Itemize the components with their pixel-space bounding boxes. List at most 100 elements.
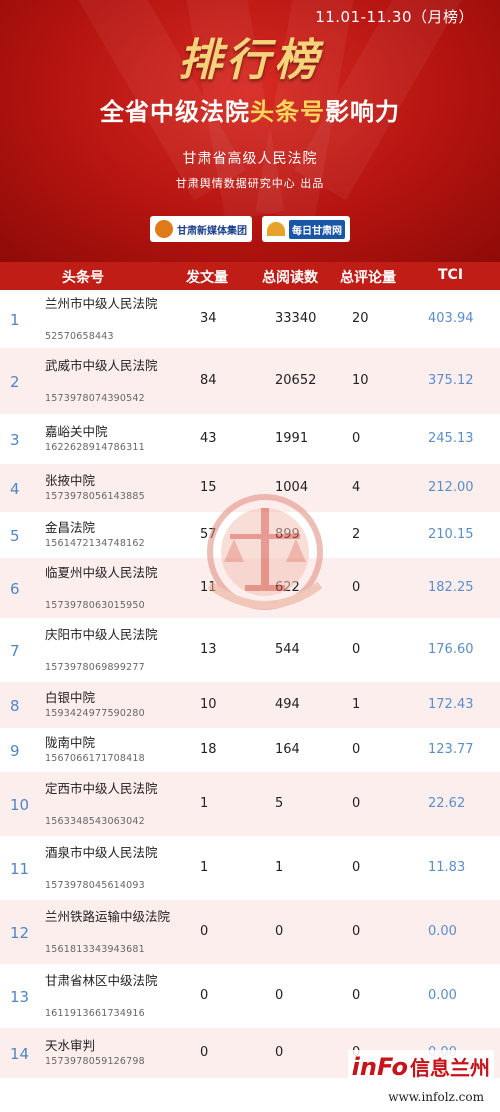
tci-score: 245.13 <box>428 431 474 446</box>
rank-number: 2 <box>10 373 20 391</box>
posts-count: 10 <box>200 697 217 712</box>
comments-count: 0 <box>352 642 361 657</box>
tci-score: 123.77 <box>428 742 474 757</box>
table-row: 13 甘肃省林区中级法院 1611913661734916 0 0 0 0.00 <box>0 964 500 1028</box>
account-id: 1593424977590280 <box>45 708 145 719</box>
reads-count: 20652 <box>275 373 317 388</box>
account-id: 1561472134748162 <box>45 538 145 549</box>
posts-count: 13 <box>200 642 217 657</box>
daily-gansu-logo: 每日甘肃网 <box>262 216 350 242</box>
posts-count: 1 <box>200 796 209 811</box>
media-group-logo-icon <box>155 220 173 238</box>
rank-number: 4 <box>10 480 20 498</box>
watermark-logo: inFo 信息兰州 <box>347 1050 494 1083</box>
table-row: 3 嘉峪关中院 1622628914786311 43 1991 0 245.13 <box>0 414 500 464</box>
reads-count: 1991 <box>275 431 309 446</box>
court-name: 定西市中级人民法院 <box>45 781 158 796</box>
rank-number: 11 <box>10 860 30 878</box>
comments-count: 4 <box>352 480 361 495</box>
reads-count: 0 <box>275 924 284 939</box>
title-prefix: 全省 <box>100 98 150 126</box>
court-name: 兰州市中级人民法院 <box>45 296 158 311</box>
posts-count: 1 <box>200 860 209 875</box>
rank-number: 9 <box>10 742 20 760</box>
rank-number: 5 <box>10 527 20 545</box>
reads-count: 899 <box>275 527 300 542</box>
watermark-brand-cn: 信息兰州 <box>410 1056 490 1080</box>
tci-score: 0.00 <box>428 924 457 939</box>
posts-count: 0 <box>200 988 209 1003</box>
daily-gansu-logo-text: 每日甘肃网 <box>289 219 345 239</box>
title-highlight: 头条号 <box>250 98 325 126</box>
col-header-account: 头条号 <box>62 270 104 286</box>
tci-score: 375.12 <box>428 373 474 388</box>
posts-count: 43 <box>200 431 217 446</box>
reads-count: 5 <box>275 796 284 811</box>
comments-count: 0 <box>352 742 361 757</box>
tci-score: 11.83 <box>428 860 466 875</box>
comments-count: 1 <box>352 697 361 712</box>
producer: 甘肃舆情数据研究中心 出品 <box>175 177 325 190</box>
table-row: 7 庆阳市中级人民法院 1573978069899277 13 544 0 176.60 <box>0 618 500 682</box>
comments-count: 20 <box>352 311 369 326</box>
court-name: 陇南中院 <box>45 735 96 750</box>
rank-number: 8 <box>10 697 20 715</box>
comments-count: 0 <box>352 860 361 875</box>
issuer: 甘肃省高级人民法院 <box>182 151 318 167</box>
partner-logos: 甘肃新媒体集团 每日甘肃网 <box>150 216 350 242</box>
tci-score: 210.15 <box>428 527 474 542</box>
rank-number: 7 <box>10 642 20 660</box>
court-name: 甘肃省林区中级法院 <box>45 973 158 988</box>
col-header-reads: 总阅读数 <box>262 270 318 286</box>
posts-count: 0 <box>200 924 209 939</box>
rank-title: 排行榜 <box>178 35 322 86</box>
court-name: 庆阳市中级人民法院 <box>45 627 158 642</box>
comments-count: 10 <box>352 373 369 388</box>
court-name: 金昌法院 <box>45 520 96 535</box>
comments-count: 0 <box>352 431 361 446</box>
table-row: 12 兰州铁路运输中级法院 1561813343943681 0 0 0 0.00 <box>0 900 500 964</box>
header-banner: 11.01-11.30（月榜） 排行榜 全省中级法院头条号影响力 甘肃省高级人民… <box>0 0 500 262</box>
posts-count: 34 <box>200 311 217 326</box>
col-header-posts: 发文量 <box>186 270 228 286</box>
reads-count: 544 <box>275 642 300 657</box>
account-id: 1567066171708418 <box>45 753 145 764</box>
table-row: 2 武威市中级人民法院 1573978074390542 84 20652 10 375.1… <box>0 348 500 414</box>
page-title: 全省中级法院头条号影响力 <box>0 92 500 127</box>
posts-count: 84 <box>200 373 217 388</box>
rank-number: 6 <box>10 580 20 598</box>
court-name: 临夏州中级人民法院 <box>45 565 158 580</box>
title-middle: 中级法院 <box>150 98 250 126</box>
table-row: 6 临夏州中级人民法院 1573978063015950 11 622 0 182.25 <box>0 558 500 618</box>
tci-score: 172.43 <box>428 697 474 712</box>
table-row: 9 陇南中院 1567066171708418 18 164 0 123.77 <box>0 728 500 772</box>
court-name: 武威市中级人民法院 <box>45 358 158 373</box>
watermark-brand-latin: inFo <box>351 1052 408 1081</box>
court-name: 白银中院 <box>45 690 96 705</box>
account-id: 1573978059126798 <box>45 1056 145 1067</box>
rank-number: 12 <box>10 924 30 942</box>
reads-count: 33340 <box>275 311 317 326</box>
reads-count: 1 <box>275 860 284 875</box>
comments-count: 2 <box>352 527 361 542</box>
rank-number: 3 <box>10 431 20 449</box>
table-row: 10 定西市中级人民法院 1563348543063042 1 5 0 22.62 <box>0 772 500 836</box>
account-id: 1611913661734916 <box>45 1008 145 1019</box>
account-id: 1563348543063042 <box>45 816 145 827</box>
table-row: 5 金昌法院 1561472134748162 57 899 2 210.15 <box>0 512 500 558</box>
rank-number: 14 <box>10 1045 30 1063</box>
reads-count: 1004 <box>275 480 309 495</box>
comments-count: 0 <box>352 924 361 939</box>
watermark-url: www.infolz.com <box>388 1090 484 1104</box>
table-row: 8 白银中院 1593424977590280 10 494 1 172.43 <box>0 682 500 728</box>
tci-score: 176.60 <box>428 642 474 657</box>
tci-score: 22.62 <box>428 796 466 811</box>
rank-number: 10 <box>10 796 30 814</box>
account-id: 1573978063015950 <box>45 600 145 611</box>
account-id: 1561813343943681 <box>45 944 145 955</box>
col-header-comments: 总评论量 <box>340 270 396 286</box>
posts-count: 15 <box>200 480 217 495</box>
table-header: 头条号 发文量 总阅读数 总评论量 TCI <box>0 262 500 290</box>
tci-score: 182.25 <box>428 580 474 595</box>
col-header-tci: TCI <box>438 267 464 283</box>
